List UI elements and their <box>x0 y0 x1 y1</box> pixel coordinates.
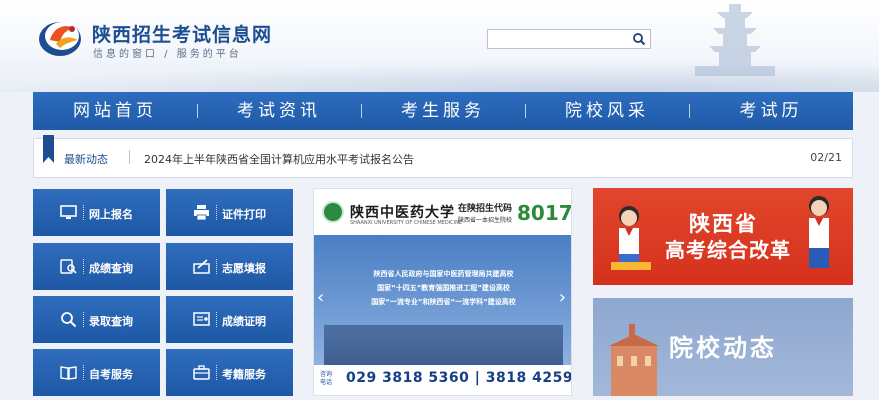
reform-title-line2: 高考综合改革 <box>665 238 791 262</box>
university-ad-banner[interactable]: 陕西中医药大学 SHAANXI UNIVERSITY OF CHINESE ME… <box>313 188 572 396</box>
nav-item-exam-calendar[interactable]: 考试历 <box>689 92 853 130</box>
student-figure-left <box>611 206 651 270</box>
exam-record-service-button[interactable]: 考籍服务 <box>166 349 293 396</box>
service-label: 录取查询 <box>89 315 133 328</box>
divider <box>83 312 85 327</box>
banner-line: 国家“一流专业”和陕西省“一流学科”建设高校 <box>371 298 516 306</box>
consult-phone: 029 3818 5360 | 3818 4259 <box>346 370 572 386</box>
form-fill-icon <box>193 259 210 274</box>
campus-building-illustration <box>609 324 659 396</box>
carousel-prev-icon[interactable]: ‹ <box>317 287 324 308</box>
school-news-banner[interactable]: 院校动态 <box>593 298 853 396</box>
nav-item-exam-news[interactable]: 考试资讯 <box>197 92 361 130</box>
score-certificate-button[interactable]: 成绩证明 <box>166 296 293 343</box>
pagoda-decoration <box>695 4 775 76</box>
site-title[interactable]: 陕西招生考试信息网 <box>92 20 272 47</box>
volunteer-application-button[interactable]: 志愿填报 <box>166 243 293 290</box>
score-query-button[interactable]: 成绩查询 <box>33 243 160 290</box>
online-registration-button[interactable]: 网上报名 <box>33 189 160 236</box>
news-ticker: 最新动态 2024年上半年陕西省全国计算机应用水平考试报名公告 02/21 <box>33 135 853 178</box>
banner-footer: 咨询电话 029 3818 5360 | 3818 4259 <box>314 365 572 395</box>
banner-header: 陕西中医药大学 SHAANXI UNIVERSITY OF CHINESE ME… <box>314 189 572 235</box>
divider <box>216 365 218 380</box>
printer-icon <box>194 205 209 221</box>
service-label: 自考服务 <box>89 368 133 381</box>
certificate-print-button[interactable]: 证件打印 <box>166 189 293 236</box>
site-slogan: 信息的窗口 / 服务的平台 <box>93 49 242 60</box>
self-study-exam-service-button[interactable]: 自考服务 <box>33 349 160 396</box>
main-nav: 网站首页 考试资讯 考生服务 院校风采 考试历 <box>33 92 853 130</box>
news-date: 02/21 <box>810 151 842 164</box>
divider <box>83 365 85 380</box>
search-box[interactable] <box>487 29 651 49</box>
service-label: 志愿填报 <box>222 262 266 275</box>
news-divider <box>129 150 130 164</box>
search-icon[interactable] <box>632 32 646 46</box>
campus-building <box>324 325 563 365</box>
search-input[interactable] <box>491 31 627 47</box>
university-name-en: SHAANXI UNIVERSITY OF CHINESE MEDICINE <box>350 220 463 226</box>
gaokao-reform-banner[interactable]: 陕西省 高考综合改革 <box>593 188 853 285</box>
service-label: 成绩证明 <box>222 315 266 328</box>
banner-line: 国家“十四五”教育强国推进工程”建设高校 <box>377 284 510 292</box>
university-seal-icon <box>322 201 344 223</box>
enrollment-code: 8017 <box>517 201 572 225</box>
phoenix-logo-icon[interactable] <box>36 14 86 60</box>
divider <box>83 259 85 274</box>
magnifier-icon <box>61 312 77 328</box>
divider <box>83 205 85 220</box>
nav-item-candidate-services[interactable]: 考生服务 <box>361 92 525 130</box>
certificate-icon <box>193 312 210 326</box>
banner-line: 陕西省人民政府与国家中医药管理局共建高校 <box>373 270 514 278</box>
site-header: 陕西招生考试信息网 信息的窗口 / 服务的平台 <box>0 0 879 92</box>
nav-item-home[interactable]: 网站首页 <box>33 92 197 130</box>
divider <box>216 259 218 274</box>
divider <box>216 205 218 220</box>
monitor-icon <box>60 205 77 219</box>
university-name: 陕西中医药大学 <box>350 205 455 221</box>
bookmark-flag-icon <box>43 135 54 163</box>
enrollment-code-label: 在陕招生代码 <box>458 204 513 214</box>
carousel-next-icon[interactable]: › <box>559 287 566 308</box>
briefcase-icon <box>193 365 210 380</box>
service-label: 证件打印 <box>222 208 266 221</box>
search-score-icon <box>60 259 77 274</box>
service-label: 考籍服务 <box>222 368 266 381</box>
campus-photo: 陕西省人民政府与国家中医药管理局共建高校 国家“十四五”教育强国推进工程”建设高… <box>314 235 571 365</box>
consult-label: 咨询电话 <box>320 371 333 386</box>
admission-query-button[interactable]: 录取查询 <box>33 296 160 343</box>
school-news-title: 院校动态 <box>669 334 777 362</box>
service-label: 成绩查询 <box>89 262 133 275</box>
divider <box>216 312 218 327</box>
book-icon <box>60 366 77 380</box>
student-figure-right <box>809 196 829 268</box>
enrollment-code-sub: 陕西省一本招生院校 <box>458 217 513 224</box>
news-headline-link[interactable]: 2024年上半年陕西省全国计算机应用水平考试报名公告 <box>144 151 414 167</box>
service-label: 网上报名 <box>89 208 133 221</box>
nav-item-school-profiles[interactable]: 院校风采 <box>525 92 689 130</box>
news-label: 最新动态 <box>64 153 108 166</box>
